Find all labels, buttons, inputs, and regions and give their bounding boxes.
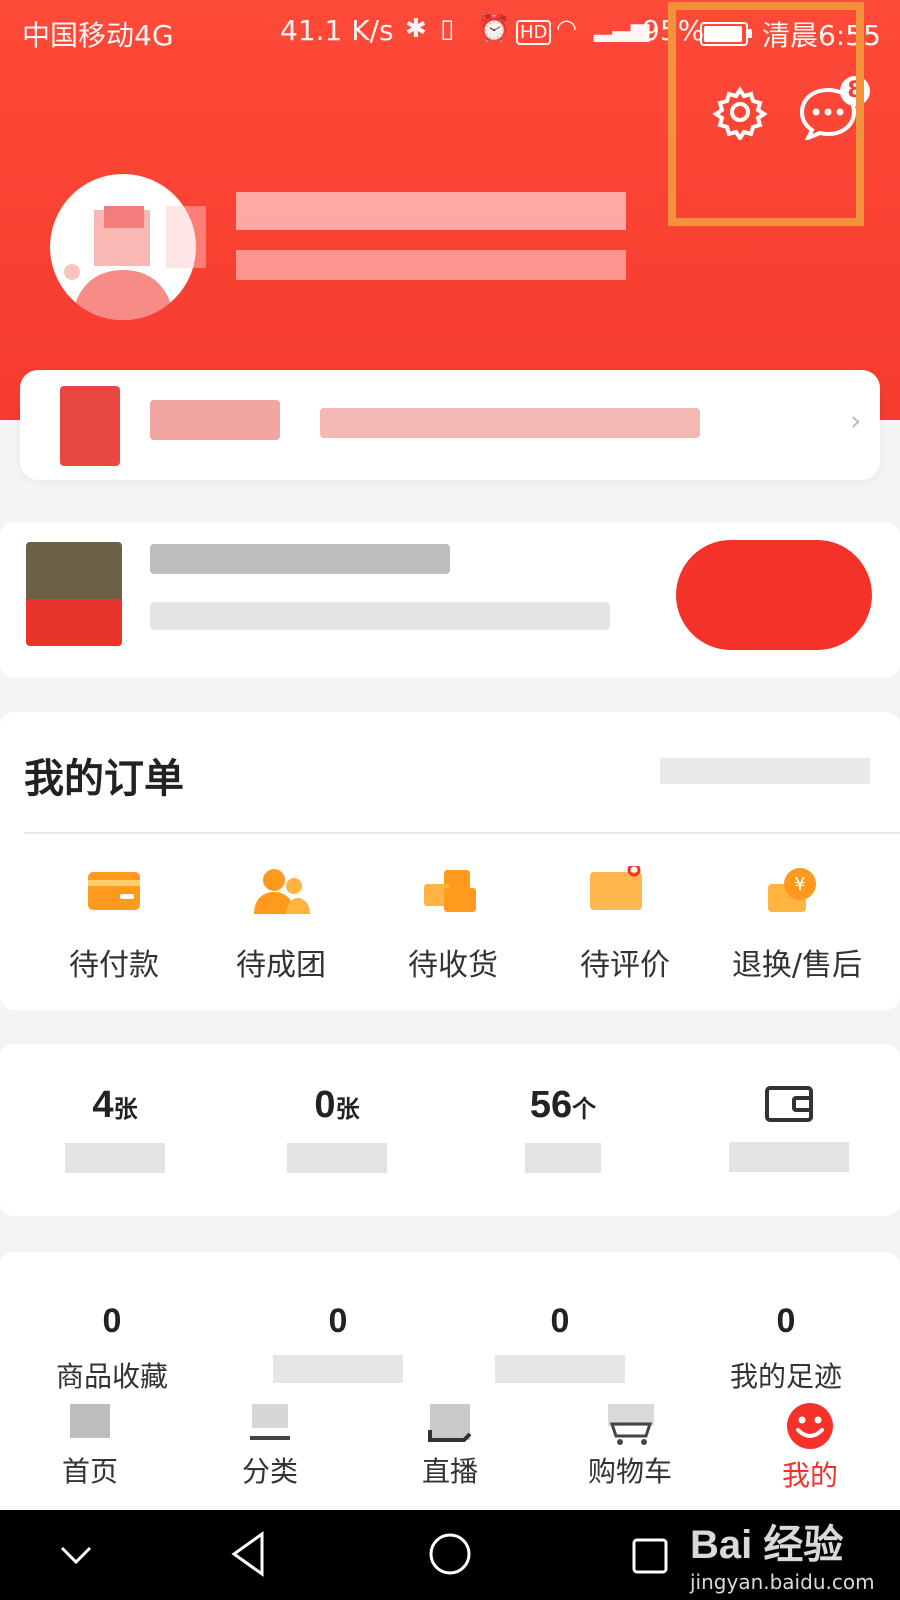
order-label: 待成团	[236, 948, 326, 983]
back-triangle-icon[interactable]	[228, 1530, 268, 1578]
fav-count: 0	[776, 1302, 796, 1340]
fav-count: 0	[102, 1302, 122, 1340]
bluetooth-icon: ✱	[405, 14, 427, 44]
live-icon	[428, 1404, 472, 1442]
banner-text-pixelated	[150, 400, 280, 440]
baidu-jingyan-watermark: Bai 经验 jingyan.baidu.com	[690, 1512, 900, 1600]
promo-action-button[interactable]	[676, 540, 872, 650]
annotation-highlight-box	[668, 2, 864, 226]
chevron-right-icon: ›	[850, 404, 862, 437]
recents-square-icon[interactable]	[630, 1536, 670, 1576]
carrier-label: 中国移动4G	[22, 19, 174, 52]
fav-item-shops[interactable]: 0	[268, 1302, 408, 1383]
order-label: 待付款	[69, 948, 159, 983]
view-all-orders-link[interactable]	[660, 758, 870, 784]
vibrate-icon: ▯	[440, 14, 455, 44]
asset-unit: 张	[113, 1095, 138, 1123]
orders-title: 我的订单	[24, 757, 184, 801]
promo-card[interactable]	[0, 522, 900, 678]
asset-number: 56	[529, 1084, 573, 1126]
asset-redpackets[interactable]: 0张	[262, 1084, 412, 1173]
order-label: 退换/售后	[731, 948, 863, 983]
asset-beans[interactable]: 56个	[488, 1084, 638, 1173]
tab-label: 直播	[421, 1455, 478, 1488]
tab-label: 我的	[781, 1459, 838, 1492]
svg-text:¥: ¥	[794, 874, 805, 895]
tab-category[interactable]: 分类	[210, 1402, 330, 1490]
wifi-icon: ◠	[556, 14, 577, 42]
orders-divider	[24, 832, 900, 834]
order-label: 待评价	[580, 948, 670, 983]
fav-label: 商品收藏	[55, 1360, 168, 1393]
asset-coupons[interactable]: 4张	[40, 1084, 190, 1173]
category-icon	[250, 1404, 290, 1440]
order-label: 待收货	[408, 948, 498, 983]
refund-icon: ¥	[768, 868, 816, 912]
smile-icon	[787, 1403, 833, 1449]
fav-item-footprint[interactable]: 0 我的足迹	[716, 1302, 856, 1395]
promo-image	[26, 542, 122, 646]
wallet-outline-icon	[765, 1086, 813, 1122]
asset-label-pixelated	[287, 1143, 387, 1173]
tab-mine[interactable]: 我的	[750, 1402, 870, 1494]
tab-cart[interactable]: 购物车	[570, 1402, 690, 1490]
home-circle-icon[interactable]	[428, 1532, 472, 1576]
collapse-chevron-icon[interactable]	[56, 1536, 96, 1572]
asset-unit: 个	[572, 1095, 597, 1123]
red-packet-banner[interactable]: ›	[20, 370, 880, 480]
wallet-icon	[88, 872, 140, 910]
promo-title-pixelated	[150, 544, 450, 574]
pixel-block	[166, 206, 206, 268]
asset-number: 4	[92, 1084, 114, 1126]
asset-label-pixelated	[65, 1143, 165, 1173]
watermark-brand: Bai 经验	[690, 1523, 844, 1567]
username-pixelated	[236, 192, 626, 230]
tab-label: 首页	[61, 1455, 118, 1488]
fav-label-pixelated	[273, 1355, 403, 1383]
fav-count: 0	[550, 1302, 570, 1340]
fav-label-pixelated	[495, 1355, 625, 1383]
user-subtitle-pixelated	[236, 250, 626, 280]
asset-number: 0	[314, 1084, 336, 1126]
red-envelope-icon	[60, 386, 120, 466]
promo-desc-pixelated	[150, 602, 610, 630]
tab-label: 分类	[241, 1455, 298, 1488]
banner-desc-pixelated	[320, 408, 700, 438]
home-icon	[70, 1404, 110, 1438]
fav-count: 0	[328, 1302, 348, 1340]
fav-item-content[interactable]: 0	[490, 1302, 630, 1383]
package-icon	[424, 870, 476, 912]
watermark-url: jingyan.baidu.com	[690, 1570, 875, 1594]
asset-unit: 张	[335, 1095, 360, 1123]
asset-label-pixelated	[729, 1142, 849, 1172]
comment-icon	[590, 866, 642, 910]
group-icon	[254, 869, 310, 914]
fav-label: 我的足迹	[729, 1360, 842, 1393]
tab-home[interactable]: 首页	[30, 1402, 150, 1490]
asset-label-pixelated	[525, 1143, 601, 1173]
asset-wallet[interactable]	[714, 1084, 864, 1172]
tab-live[interactable]: 直播	[390, 1402, 510, 1490]
hd-icon: HD	[516, 20, 552, 45]
network-speed: 41.1 K/s	[280, 14, 394, 47]
cart-icon	[608, 1404, 654, 1445]
alarm-icon: ⏰	[478, 14, 511, 44]
fav-item-goods[interactable]: 0 商品收藏	[42, 1302, 182, 1395]
tab-label: 购物车	[587, 1455, 672, 1488]
